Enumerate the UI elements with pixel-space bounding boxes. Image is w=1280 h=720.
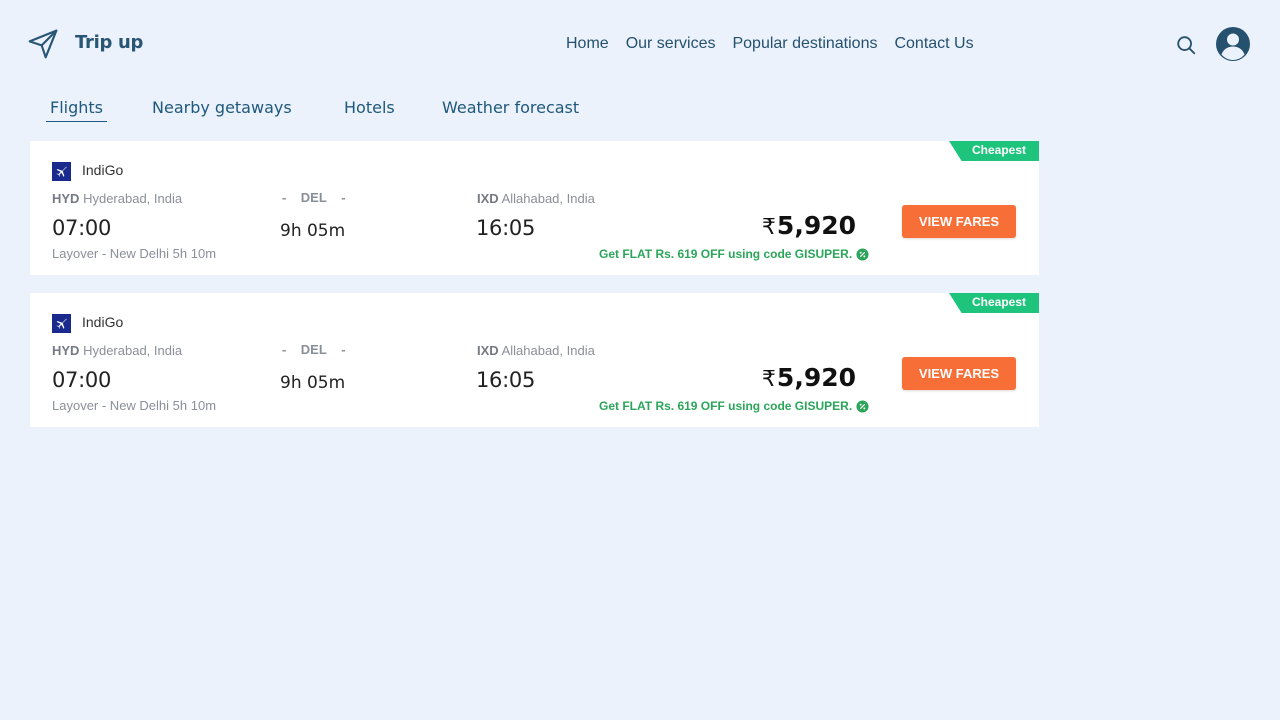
price-amount: 5,920 (776, 363, 856, 392)
offer-text: Get FLAT Rs. 619 OFF using code GISUPER. (599, 399, 869, 413)
via-code: DEL (300, 190, 327, 205)
departure-city: HYD Hyderabad, India (52, 191, 182, 206)
offer-label: Get FLAT Rs. 619 OFF using code GISUPER. (599, 247, 853, 261)
via-dash-right: - (341, 190, 346, 205)
arrival-code: IXD (477, 343, 499, 358)
cheapest-badge: Cheapest (949, 141, 1039, 161)
price: ₹5,920 (762, 211, 856, 240)
departure-time: 07:00 (52, 368, 112, 392)
search-icon[interactable] (1175, 34, 1197, 56)
user-avatar-icon[interactable] (1215, 26, 1251, 62)
nav-popular-destinations[interactable]: Popular destinations (732, 35, 877, 53)
departure-code: HYD (52, 191, 80, 206)
currency-symbol: ₹ (761, 367, 776, 392)
via-dash-left: - (282, 190, 287, 205)
via-code: DEL (300, 342, 327, 357)
departure-city: HYD Hyderabad, India (52, 343, 182, 358)
currency-symbol: ₹ (761, 215, 776, 240)
airline-name: IndiGo (82, 162, 124, 178)
departure-time: 07:00 (52, 216, 112, 240)
paper-plane-icon (28, 29, 58, 59)
logo-icon[interactable] (27, 28, 59, 60)
via-dash-left: - (282, 342, 287, 357)
tab-weather-forecast[interactable]: Weather forecast (438, 98, 583, 121)
arrival-city: IXD Allahabad, India (477, 191, 595, 206)
offer-label: Get FLAT Rs. 619 OFF using code GISUPER. (599, 399, 853, 413)
airline-logo-icon (52, 314, 71, 333)
departure-code: HYD (52, 343, 80, 358)
airline-name: IndiGo (82, 314, 124, 330)
layover-info: Layover - New Delhi 5h 10m (52, 246, 217, 261)
via-dash-right: - (341, 342, 346, 357)
departure-city-name: Hyderabad, India (83, 191, 183, 206)
discount-icon (856, 247, 869, 261)
tab-nearby-getaways[interactable]: Nearby getaways (148, 98, 296, 121)
flight-card: Cheapest IndiGo HYD Hyderabad, India - D… (30, 141, 1039, 275)
departure-city-name: Hyderabad, India (83, 343, 183, 358)
flight-duration: 9h 05m (280, 221, 346, 241)
stopover: - DEL - (282, 190, 346, 205)
layover-info: Layover - New Delhi 5h 10m (52, 398, 217, 413)
flight-card: Cheapest IndiGo HYD Hyderabad, India - D… (30, 293, 1039, 427)
brand-name[interactable]: Trip up (75, 32, 143, 53)
view-fares-button[interactable]: VIEW FARES (902, 205, 1016, 238)
cheapest-badge: Cheapest (949, 293, 1039, 313)
arrival-city-name: Allahabad, India (501, 343, 595, 358)
arrival-code: IXD (477, 191, 499, 206)
nav-contact-us[interactable]: Contact Us (894, 35, 973, 53)
arrival-time: 16:05 (476, 368, 536, 392)
main-nav: Home Our services Popular destinations C… (566, 35, 974, 53)
arrival-time: 16:05 (476, 216, 536, 240)
view-fares-button[interactable]: VIEW FARES (902, 357, 1016, 390)
offer-text: Get FLAT Rs. 619 OFF using code GISUPER. (599, 247, 869, 261)
arrival-city-name: Allahabad, India (501, 191, 595, 206)
tab-flights[interactable]: Flights (46, 98, 107, 122)
stopover: - DEL - (282, 342, 346, 357)
nav-our-services[interactable]: Our services (626, 35, 716, 53)
price: ₹5,920 (762, 363, 856, 392)
flight-duration: 9h 05m (280, 373, 346, 393)
arrival-city: IXD Allahabad, India (477, 343, 595, 358)
discount-icon (856, 399, 869, 413)
price-amount: 5,920 (776, 211, 856, 240)
nav-home[interactable]: Home (566, 35, 609, 53)
airline-logo-icon (52, 162, 71, 181)
tab-hotels[interactable]: Hotels (340, 98, 399, 121)
